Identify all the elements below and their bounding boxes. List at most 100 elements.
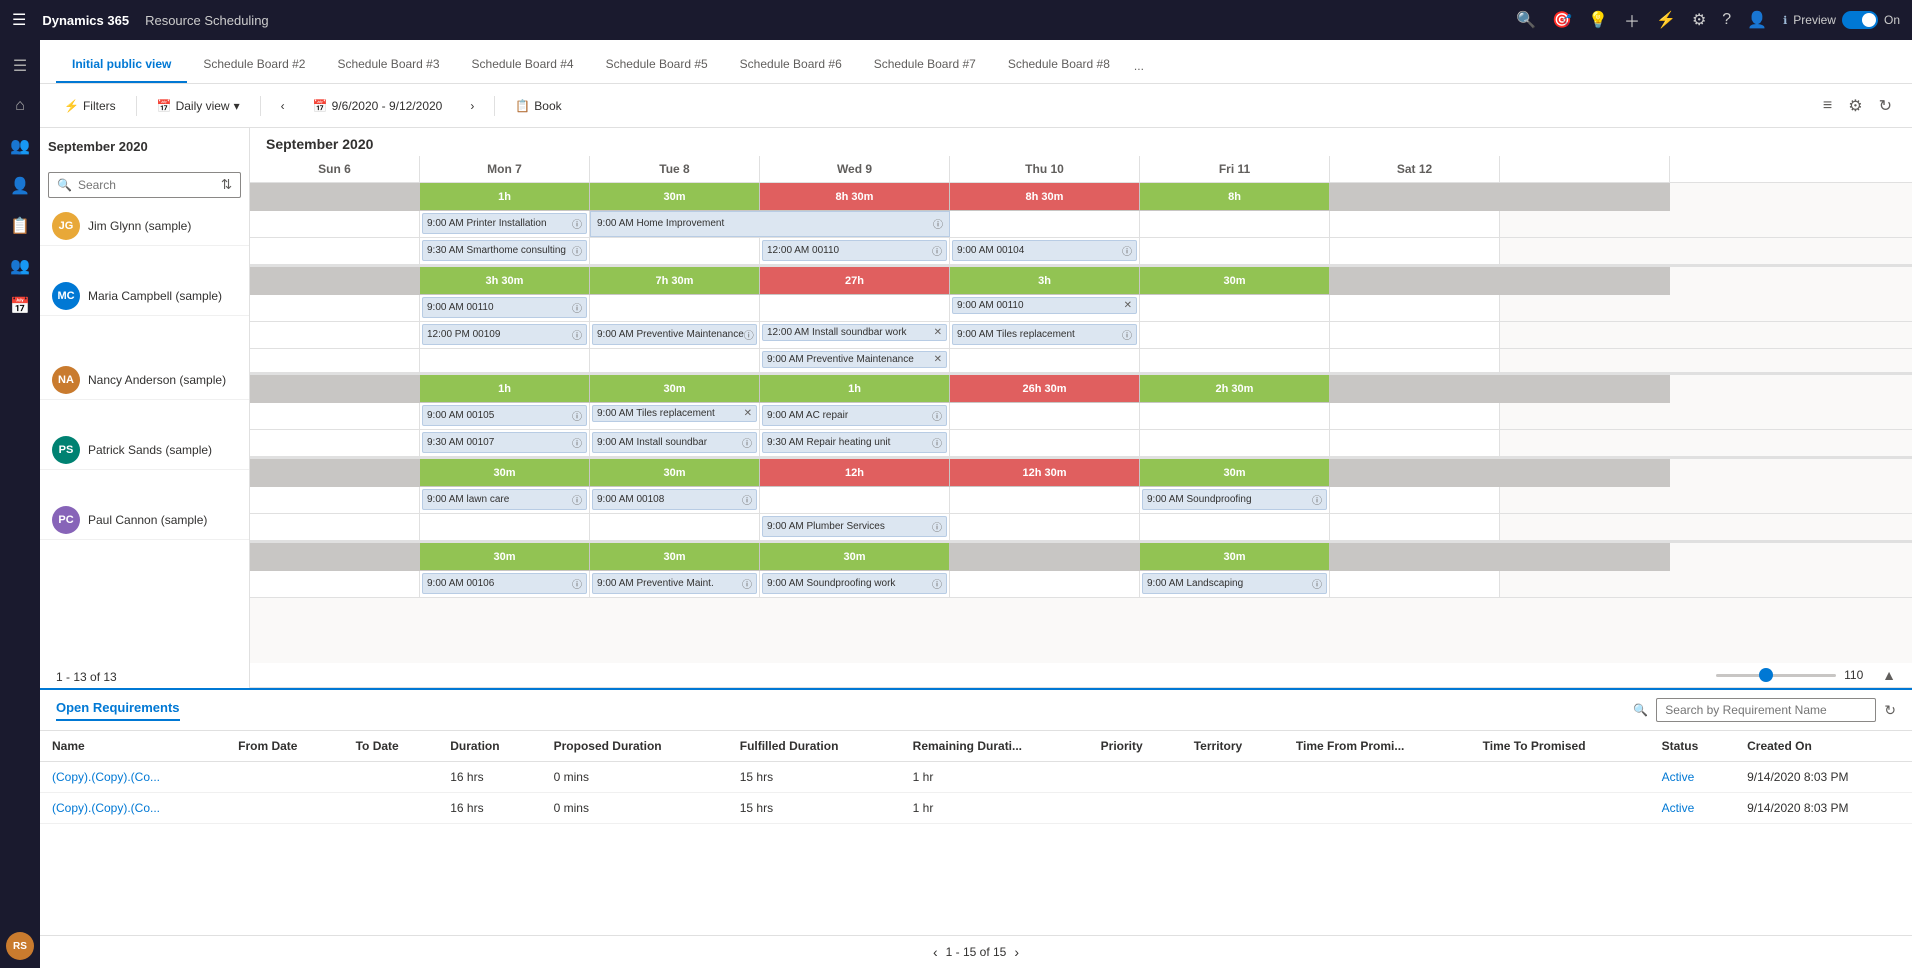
zoom-collapse-button[interactable]: ▲	[1882, 667, 1896, 683]
info-icon[interactable]: ⓘ	[572, 435, 582, 450]
book-button[interactable]: 📋 Book	[507, 95, 569, 117]
tab-board5[interactable]: Schedule Board #5	[590, 47, 724, 83]
bottom-refresh-button[interactable]: ↻	[1884, 702, 1896, 719]
info-icon[interactable]: ⓘ	[1122, 327, 1132, 342]
date-range-button[interactable]: 📅 9/6/2020 - 9/12/2020	[305, 95, 451, 117]
refresh-button[interactable]: ↻	[1875, 92, 1896, 120]
req-link-1[interactable]: (Copy).(Copy).(Co...	[52, 770, 160, 784]
info-icon[interactable]: ⓘ	[572, 243, 582, 258]
search-icon[interactable]: 🔍	[1516, 10, 1536, 30]
booking-na-soundbar[interactable]: 9:00 AM Install soundbar ⓘ	[592, 432, 757, 453]
info-icon[interactable]: ⓘ	[742, 492, 752, 507]
booking-mc-prev-maint[interactable]: 9:00 AM Preventive Maintenance ⓘ	[592, 324, 757, 345]
info-icon[interactable]: ⓘ	[742, 435, 752, 450]
zoom-slider[interactable]	[1716, 674, 1836, 677]
sidebar-home[interactable]: ⌂	[2, 88, 38, 124]
tab-board6[interactable]: Schedule Board #6	[724, 47, 858, 83]
prev-page-button[interactable]: ‹	[933, 944, 938, 960]
filter-icon[interactable]: ⚡	[1656, 10, 1676, 30]
prev-date-button[interactable]: ‹	[273, 95, 293, 117]
info-icon[interactable]: ⓘ	[572, 216, 582, 231]
booking-na-heating[interactable]: 9:30 AM Repair heating unit ⓘ	[762, 432, 947, 453]
tab-board7[interactable]: Schedule Board #7	[858, 47, 992, 83]
info-icon[interactable]: ⓘ	[744, 327, 754, 342]
resource-item-jg[interactable]: JG Jim Glynn (sample)	[40, 206, 249, 246]
booking-jg-smart[interactable]: 9:30 AM Smarthome consulting ⓘ	[422, 240, 587, 261]
settings-icon[interactable]: ⚙	[1692, 10, 1706, 30]
user-icon[interactable]: 👤	[1747, 10, 1767, 30]
tab-board4[interactable]: Schedule Board #4	[456, 47, 590, 83]
bottom-search-input[interactable]	[1656, 698, 1876, 722]
booking-mc-00109[interactable]: 12:00 PM 00109 ⓘ	[422, 324, 587, 345]
sidebar-bottom-user[interactable]: RS	[6, 932, 34, 968]
sidebar-calendar[interactable]: 📅	[2, 288, 38, 324]
preview-toggle-switch[interactable]	[1842, 11, 1878, 29]
sidebar-reports[interactable]: 📋	[2, 208, 38, 244]
view-selector[interactable]: 📅 Daily view ▾	[149, 95, 248, 117]
tab-board2[interactable]: Schedule Board #2	[187, 47, 321, 83]
booking-pc-00106[interactable]: 9:00 AM 00106 ⓘ	[422, 573, 587, 594]
info-icon[interactable]: ⓘ	[572, 327, 582, 342]
booking-ps-lawn[interactable]: 9:00 AM lawn care ⓘ	[422, 489, 587, 510]
info-icon[interactable]: ⓘ	[932, 576, 942, 591]
info-icon[interactable]: ⓘ	[932, 408, 942, 423]
next-page-button[interactable]: ›	[1014, 944, 1019, 960]
close-icon[interactable]: ✕	[744, 408, 752, 419]
booking-jg-printer[interactable]: 9:00 AM Printer Installation ⓘ	[422, 213, 587, 234]
booking-mc-tiles[interactable]: 9:00 AM Tiles replacement ⓘ	[952, 324, 1137, 345]
booking-jg-00110[interactable]: 12:00 AM 00110 ⓘ	[762, 240, 947, 261]
close-icon[interactable]: ✕	[1124, 300, 1132, 311]
booking-ps-00108[interactable]: 9:00 AM 00108 ⓘ	[592, 489, 757, 510]
resource-item-na[interactable]: NA Nancy Anderson (sample)	[40, 360, 249, 400]
info-icon[interactable]: ⓘ	[1312, 492, 1322, 507]
next-date-button[interactable]: ›	[462, 95, 482, 117]
sidebar-resources[interactable]: 👥	[2, 128, 38, 164]
req-link-2[interactable]: (Copy).(Copy).(Co...	[52, 801, 160, 815]
booking-jg-00104[interactable]: 9:00 AM 00104 ⓘ	[952, 240, 1137, 261]
hamburger-icon[interactable]: ☰	[12, 10, 26, 30]
info-icon[interactable]: ⓘ	[572, 576, 582, 591]
search-input[interactable]	[78, 178, 215, 192]
booking-ps-soundproofing[interactable]: 9:00 AM Soundproofing ⓘ	[1142, 489, 1327, 510]
filters-button[interactable]: ⚡ Filters	[56, 95, 124, 117]
booking-na-00105[interactable]: 9:00 AM 00105 ⓘ	[422, 405, 587, 426]
info-icon[interactable]: ⓘ	[932, 243, 942, 258]
booking-na-tiles[interactable]: 9:00 AM Tiles replacement ✕	[592, 405, 757, 422]
bottom-user-avatar[interactable]: RS	[6, 932, 34, 960]
booking-mc-soundbar[interactable]: 12:00 AM Install soundbar work ✕	[762, 324, 947, 341]
settings-board-button[interactable]: ⚙	[1844, 92, 1866, 120]
booking-na-00107[interactable]: 9:30 AM 00107 ⓘ	[422, 432, 587, 453]
lightbulb-icon[interactable]: 💡	[1588, 10, 1608, 30]
info-icon[interactable]: ⓘ	[1312, 576, 1322, 591]
info-icon[interactable]: ⓘ	[932, 519, 942, 534]
close-icon[interactable]: ✕	[934, 327, 942, 338]
list-view-button[interactable]: ≡	[1819, 93, 1836, 119]
info-icon[interactable]: ⓘ	[1122, 243, 1132, 258]
close-icon[interactable]: ✕	[934, 354, 942, 365]
booking-mc-00110b[interactable]: 9:00 AM 00110 ✕	[952, 297, 1137, 314]
resource-item-mc[interactable]: MC Maria Campbell (sample)	[40, 276, 249, 316]
status-active-2[interactable]: Active	[1662, 801, 1695, 815]
booking-jg-home[interactable]: 9:00 AM Home Improvement ⓘ	[593, 214, 947, 233]
plus-icon[interactable]: ＋	[1624, 8, 1640, 32]
tab-board3[interactable]: Schedule Board #3	[321, 47, 455, 83]
booking-mc-prev-maint2[interactable]: 9:00 AM Preventive Maintenance ✕	[762, 351, 947, 368]
sidebar-hamburger[interactable]: ☰	[2, 48, 38, 84]
booking-pc-soundproofing[interactable]: 9:00 AM Soundproofing work ⓘ	[762, 573, 947, 594]
booking-pc-landscaping[interactable]: 9:00 AM Landscaping ⓘ	[1142, 573, 1327, 594]
info-icon[interactable]: ⓘ	[933, 216, 943, 231]
sidebar-user[interactable]: 👤	[2, 168, 38, 204]
resource-item-ps[interactable]: PS Patrick Sands (sample)	[40, 430, 249, 470]
search-refresh-button[interactable]: ⇅	[221, 177, 232, 193]
info-icon[interactable]: ⓘ	[572, 300, 582, 315]
booking-ps-plumber[interactable]: 9:00 AM Plumber Services ⓘ	[762, 516, 947, 537]
booking-mc-00110a[interactable]: 9:00 AM 00110 ⓘ	[422, 297, 587, 318]
search-box[interactable]: 🔍 ⇅	[48, 172, 241, 198]
sidebar-team[interactable]: 👥	[2, 248, 38, 284]
open-requirements-tab[interactable]: Open Requirements	[56, 700, 180, 721]
status-active-1[interactable]: Active	[1662, 770, 1695, 784]
tab-initial[interactable]: Initial public view	[56, 47, 187, 83]
tab-more[interactable]: ...	[1126, 49, 1152, 83]
info-icon[interactable]: ⓘ	[742, 576, 752, 591]
booking-na-ac[interactable]: 9:00 AM AC repair ⓘ	[762, 405, 947, 426]
